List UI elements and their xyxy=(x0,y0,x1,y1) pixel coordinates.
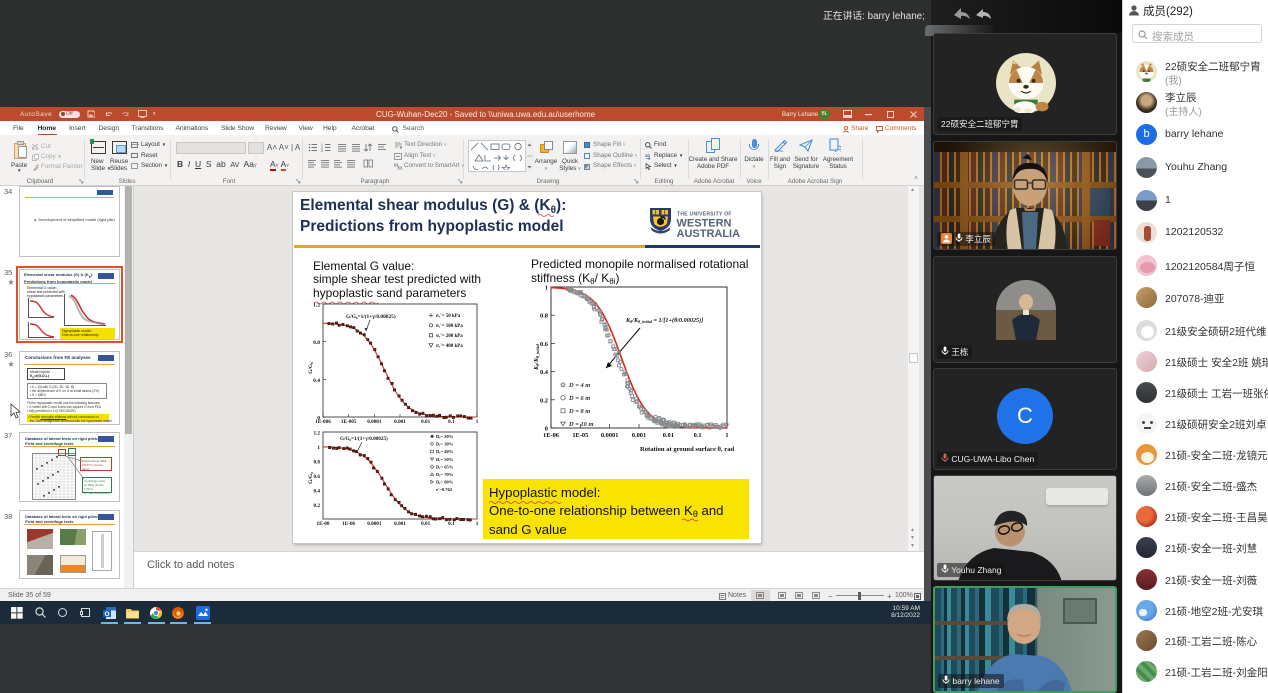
svg-text:1: 1 xyxy=(476,521,479,527)
svg-text:1.2: 1.2 xyxy=(314,431,321,437)
svg-text:O: O xyxy=(105,611,110,618)
svg-text:0.4: 0.4 xyxy=(314,489,321,495)
svg-text:1: 1 xyxy=(725,432,728,439)
svg-text:3: 3 xyxy=(321,149,323,152)
svg-text:1.2: 1.2 xyxy=(313,303,320,309)
svg-text:0.0001: 0.0001 xyxy=(601,432,619,439)
svg-text:D = 10 m: D = 10 m xyxy=(568,421,593,428)
svg-text:Dᵣ= 20%: Dᵣ= 20% xyxy=(436,434,454,439)
svg-text:Dᵣ= 40%: Dᵣ= 40% xyxy=(436,449,454,454)
svg-text:0.0001: 0.0001 xyxy=(367,521,382,527)
svg-text:Kθ/Kθ_initial: Kθ/Kθ_initial xyxy=(534,343,540,371)
svg-text:σᵥ'= 100 kPa: σᵥ'= 100 kPa xyxy=(436,324,463,329)
svg-text:0.1: 0.1 xyxy=(448,521,455,527)
svg-text:0.6: 0.6 xyxy=(540,341,549,348)
svg-text:0.8: 0.8 xyxy=(314,460,321,466)
svg-text:e'~0.762: e'~0.762 xyxy=(436,487,453,492)
svg-text:0.8: 0.8 xyxy=(313,340,320,346)
svg-text:ab: ab xyxy=(645,153,651,158)
svg-text:σᵥ'= 400 kPa: σᵥ'= 400 kPa xyxy=(436,344,463,349)
svg-text:Dᵣ= 70%: Dᵣ= 70% xyxy=(436,472,454,477)
svg-text:0.6: 0.6 xyxy=(314,474,321,480)
svg-text:1: 1 xyxy=(476,419,479,425)
svg-text:Rotation at ground surface θ,: Rotation at ground surface θ, rad xyxy=(640,446,734,453)
svg-text:1E-06: 1E-06 xyxy=(543,432,560,439)
svg-text:Kθ/Kθ_initial = 1/[1+(θ/0.0002: Kθ/Kθ_initial = 1/[1+(θ/0.00025)] xyxy=(625,317,703,324)
svg-text:Dᵣ= 65%: Dᵣ= 65% xyxy=(436,464,454,469)
svg-text:0.0001: 0.0001 xyxy=(367,419,382,425)
svg-text:0.01: 0.01 xyxy=(421,521,430,527)
svg-text:Dᵣ= 80%: Dᵣ= 80% xyxy=(436,480,454,485)
svg-text:Dᵣ= 50%: Dᵣ= 50% xyxy=(436,457,454,462)
svg-text:1E-005: 1E-005 xyxy=(341,419,357,425)
svg-text:0.2: 0.2 xyxy=(314,503,321,509)
svg-text:1: 1 xyxy=(317,445,320,451)
svg-text:G/G₀=1/(1+γ/0.00025): G/G₀=1/(1+γ/0.00025) xyxy=(340,435,388,442)
svg-text:D = 8 m: D = 8 m xyxy=(568,408,590,415)
svg-text:G/G₀=1/(1+γ/0.00025): G/G₀=1/(1+γ/0.00025) xyxy=(346,313,396,320)
svg-text:0.01: 0.01 xyxy=(663,432,674,439)
svg-text:1E-006: 1E-006 xyxy=(315,419,331,425)
svg-text:0.4: 0.4 xyxy=(313,378,320,384)
svg-text:0.1: 0.1 xyxy=(448,419,455,425)
svg-text:D = 4 m: D = 4 m xyxy=(568,382,590,389)
svg-text:0.01: 0.01 xyxy=(421,419,430,425)
svg-text:0.001: 0.001 xyxy=(394,419,406,425)
svg-text:1E-06: 1E-06 xyxy=(342,521,355,527)
svg-text:1E-08: 1E-08 xyxy=(317,521,330,527)
svg-text:1E-05: 1E-05 xyxy=(572,432,588,439)
svg-text:0.4: 0.4 xyxy=(540,369,549,376)
svg-text:G/G₀: G/G₀ xyxy=(308,472,314,484)
svg-text:0.2: 0.2 xyxy=(540,397,548,404)
svg-text:0.001: 0.001 xyxy=(632,432,646,439)
svg-text:σᵥ'= 50 kPa: σᵥ'= 50 kPa xyxy=(436,314,461,319)
svg-text:1: 1 xyxy=(545,285,548,292)
svg-text:0.001: 0.001 xyxy=(394,521,406,527)
svg-text:D = 6 m: D = 6 m xyxy=(568,395,590,402)
svg-text:0.8: 0.8 xyxy=(540,313,548,320)
svg-text:σᵥ'= 200 kPa: σᵥ'= 200 kPa xyxy=(436,334,463,339)
svg-text:Dᵣ= 30%: Dᵣ= 30% xyxy=(436,442,454,447)
svg-text:0.1: 0.1 xyxy=(694,432,702,439)
svg-text:G/G₀: G/G₀ xyxy=(308,362,314,374)
